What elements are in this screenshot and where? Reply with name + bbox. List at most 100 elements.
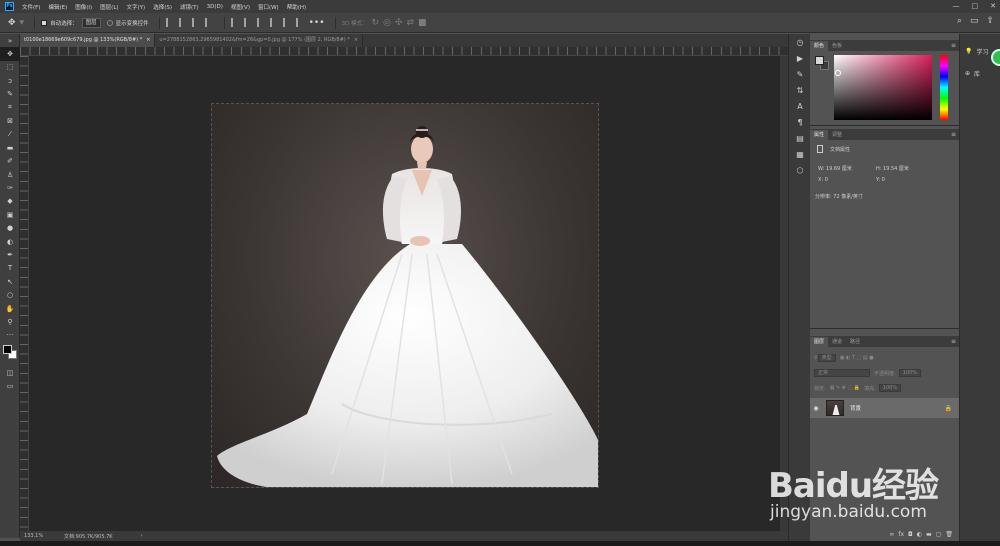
show-transform-checkbox[interactable] <box>106 19 113 26</box>
eraser-icon[interactable]: ◆ <box>0 195 20 208</box>
dodge-icon[interactable]: ◐ <box>0 235 20 248</box>
document-image[interactable] <box>211 103 599 488</box>
history-brush-icon[interactable]: ✑ <box>0 181 20 194</box>
panel-menu-icon[interactable]: ≡ <box>951 42 956 49</box>
history-icon[interactable]: ◷ <box>789 34 811 50</box>
align-center-icon[interactable] <box>178 18 188 27</box>
collapse-toolbar-icon[interactable]: » <box>0 34 20 47</box>
x-value[interactable]: X: 0 <box>818 177 828 183</box>
distribute-center-icon[interactable] <box>282 18 292 27</box>
quick-select-icon[interactable]: ✎ <box>0 88 20 101</box>
3d-icon[interactable]: ⬡ <box>789 162 811 178</box>
close-icon[interactable]: × <box>354 37 358 43</box>
properties-icon[interactable]: ▤ <box>789 130 811 146</box>
menu-help[interactable]: 帮助(H) <box>287 3 306 11</box>
crop-icon[interactable]: ⌗ <box>0 101 20 114</box>
fill-input[interactable]: 100% <box>878 384 902 392</box>
path-select-icon[interactable]: ↖ <box>0 275 20 288</box>
layer-name[interactable]: 背景 <box>850 404 861 412</box>
doc-tab-1[interactable]: t0100e18669e609c679.jpg @ 133%(RGB/8#) *… <box>20 34 156 47</box>
search-icon[interactable]: ⌕ <box>957 16 962 26</box>
foreground-color-swatch[interactable] <box>3 344 12 354</box>
color-swatches[interactable] <box>0 342 20 366</box>
fg-color-chip[interactable] <box>815 56 824 65</box>
blur-icon[interactable]: ● <box>0 221 20 234</box>
lasso-icon[interactable]: ↄ <box>0 74 20 87</box>
minimize-button[interactable]: — <box>953 2 960 10</box>
lock-icon[interactable]: 🔒 <box>945 405 952 412</box>
distribute-middle-icon[interactable] <box>243 18 253 27</box>
auto-select-dropdown[interactable]: 图层 <box>81 17 101 28</box>
learn-row[interactable]: 💡 学习 <box>960 43 1000 66</box>
panel-menu-icon[interactable]: ≡ <box>951 131 956 138</box>
screen-mode-icon[interactable]: ▭ <box>0 379 20 392</box>
tab-swatches[interactable]: 色板 <box>828 41 846 51</box>
adjustments-icon[interactable]: ⇅ <box>789 82 811 98</box>
more-tools-icon[interactable]: ··· <box>0 329 20 342</box>
menu-3d[interactable]: 3D(D) <box>207 4 223 10</box>
distribute-left-icon[interactable] <box>269 18 279 27</box>
clone-stamp-icon[interactable]: ♙ <box>0 168 20 181</box>
tab-adjustments[interactable]: 调整 <box>828 130 846 140</box>
shape-icon[interactable]: ○ <box>0 288 20 301</box>
height-value[interactable]: H: 19.54 厘米 <box>876 165 909 172</box>
gradient-icon[interactable]: ▣ <box>0 208 20 221</box>
distribute-bottom-icon[interactable] <box>256 18 266 27</box>
frame-icon[interactable]: ⊠ <box>0 114 20 127</box>
layer-kind-filter[interactable]: 类型 <box>817 354 836 362</box>
notes-icon[interactable]: ▦ <box>789 146 811 162</box>
layer-row-background[interactable]: ◉ 背景 🔒 <box>810 398 959 418</box>
align-top-icon[interactable] <box>204 18 214 27</box>
workspace-icon[interactable]: ▭ <box>970 16 979 26</box>
panel-menu-icon[interactable]: ≡ <box>951 338 956 345</box>
brush-icon[interactable]: ✐ <box>0 155 20 168</box>
actions-icon[interactable]: ▶ <box>789 50 811 66</box>
menu-view[interactable]: 视图(V) <box>231 3 250 11</box>
y-value[interactable]: Y: 0 <box>876 177 885 183</box>
maximize-button[interactable]: □ <box>972 2 979 10</box>
close-icon[interactable]: × <box>146 37 150 43</box>
eyedropper-icon[interactable]: ⁄ <box>0 128 20 141</box>
canvas-area[interactable] <box>29 56 780 531</box>
menu-layer[interactable]: 图层(L) <box>100 3 118 11</box>
assistant-button[interactable] <box>991 49 1000 66</box>
zoom-level[interactable]: 133.1% <box>20 533 60 539</box>
distribute-top-icon[interactable] <box>230 18 240 27</box>
color-picker-field[interactable] <box>834 55 932 120</box>
type-icon[interactable]: T <box>0 262 20 275</box>
menu-filter[interactable]: 滤镜(T) <box>180 3 199 11</box>
status-menu-arrow[interactable]: › <box>141 533 143 539</box>
menu-edit[interactable]: 编辑(E) <box>48 3 67 11</box>
tab-layers[interactable]: 图层 <box>810 337 829 347</box>
blend-mode-dropdown[interactable]: 正常 <box>814 369 870 377</box>
close-button[interactable]: ✕ <box>990 2 996 10</box>
picker-cursor[interactable] <box>835 70 841 76</box>
dropdown-arrow-icon[interactable]: ▾ <box>20 18 25 28</box>
tab-properties[interactable]: 属性 <box>810 130 829 140</box>
width-value[interactable]: W: 19.69 厘米 <box>818 165 852 172</box>
menu-image[interactable]: 图像(I) <box>75 3 92 11</box>
paragraph-icon[interactable]: ¶ <box>789 114 811 130</box>
brush-settings-icon[interactable]: ✎ <box>789 66 811 82</box>
share-icon[interactable]: ⇪ <box>986 16 994 26</box>
tab-color[interactable]: 颜色 <box>810 41 829 51</box>
healing-brush-icon[interactable]: ▬ <box>0 141 20 154</box>
align-right-icon[interactable] <box>191 18 201 27</box>
tab-paths[interactable]: 路径 <box>846 337 864 347</box>
visibility-eye-icon[interactable]: ◉ <box>810 405 822 412</box>
doc-tab-2[interactable]: u=2788152863,2965981402&fm=26&gp=0.jpg @… <box>155 34 364 47</box>
marquee-icon[interactable]: ⬚ <box>0 61 20 74</box>
tab-channels[interactable]: 通道 <box>828 337 846 347</box>
menu-type[interactable]: 文字(Y) <box>127 3 146 11</box>
distribute-right-icon[interactable] <box>295 18 305 27</box>
more-options-icon[interactable]: ••• <box>309 18 325 28</box>
character-icon[interactable]: A <box>789 98 811 114</box>
library-row[interactable]: ⊕ 库 <box>960 65 1000 81</box>
move-icon[interactable]: ✥ <box>0 47 20 61</box>
lock-icons[interactable]: ▦ ✎ ✥ ⬚ 🔒 <box>830 385 860 391</box>
pen-icon[interactable]: ✒ <box>0 248 20 261</box>
menu-window[interactable]: 窗口(W) <box>258 3 279 11</box>
filter-icons[interactable]: ▣ ◐ T ⬚ ▤ ● <box>840 355 874 361</box>
align-left-icon[interactable] <box>165 18 175 27</box>
menu-select[interactable]: 选择(S) <box>153 3 172 11</box>
